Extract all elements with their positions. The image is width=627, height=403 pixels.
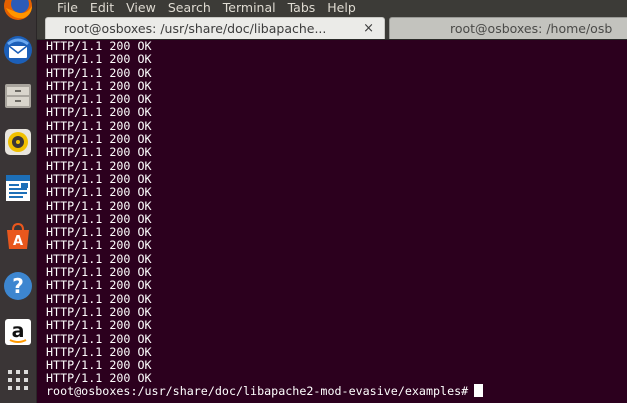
output-line: HTTP/1.1 200 OK [46, 291, 152, 306]
amazon-icon[interactable]: a [2, 316, 34, 348]
writer-icon[interactable] [2, 172, 34, 204]
output-line: HTTP/1.1 200 OK [46, 52, 152, 67]
firefox-icon[interactable] [2, 0, 34, 22]
output-line: HTTP/1.1 200 OK [46, 65, 152, 80]
help-icon[interactable]: ? [2, 270, 34, 302]
output-lines: HTTP/1.1 200 OK HTTP/1.1 200 OK HTTP/1.1 2… [46, 39, 152, 386]
output-line: HTTP/1.1 200 OK [46, 185, 152, 200]
svg-text:a: a [12, 320, 25, 342]
menu-file[interactable]: File [51, 0, 84, 15]
output-line: HTTP/1.1 200 OK [46, 78, 152, 93]
tab-strip: root@osboxes: /usr/share/doc/libapache..… [37, 15, 627, 40]
output-line: HTTP/1.1 200 OK [46, 171, 152, 186]
output-line: HTTP/1.1 200 OK [46, 105, 152, 120]
output-line: HTTP/1.1 200 OK [46, 211, 152, 226]
files-icon[interactable] [2, 80, 34, 112]
menu-tabs[interactable]: Tabs [282, 0, 322, 15]
rhythmbox-icon[interactable] [2, 126, 34, 158]
output-line: HTTP/1.1 200 OK [46, 158, 152, 173]
menu-edit[interactable]: Edit [84, 0, 120, 15]
show-apps-icon[interactable] [2, 364, 34, 396]
output-line: HTTP/1.1 200 OK [46, 304, 152, 319]
output-line: HTTP/1.1 200 OK [46, 318, 152, 333]
menu-help[interactable]: Help [321, 0, 362, 15]
prompt-text: root@osboxes:/usr/share/doc/libapache2-m… [46, 384, 469, 398]
prompt-line: root@osboxes:/usr/share/doc/libapache2-m… [46, 384, 484, 398]
output-line: HTTP/1.1 200 OK [46, 145, 152, 160]
tab-inactive[interactable]: root@osboxes: /home/osb [389, 17, 627, 39]
output-line: HTTP/1.1 200 OK [46, 132, 152, 147]
menu-view[interactable]: View [120, 0, 162, 15]
output-line: HTTP/1.1 200 OK [46, 344, 152, 359]
software-center-icon[interactable]: A [2, 220, 34, 252]
tab-title: root@osboxes: /usr/share/doc/libapache..… [64, 21, 327, 36]
launcher: A ? a [0, 0, 37, 403]
tab-title: root@osboxes: /home/osb [450, 21, 613, 36]
svg-text:?: ? [12, 274, 24, 298]
menu-terminal[interactable]: Terminal [217, 0, 282, 15]
menubar: File Edit View Search Terminal Tabs Help [37, 0, 627, 15]
close-icon[interactable]: × [363, 18, 374, 39]
svg-text:A: A [13, 234, 23, 249]
output-line: HTTP/1.1 200 OK [46, 251, 152, 266]
output-line: HTTP/1.1 200 OK [46, 225, 152, 240]
output-line: HTTP/1.1 200 OK [46, 39, 152, 53]
output-line: HTTP/1.1 200 OK [46, 358, 152, 373]
text-cursor [474, 384, 484, 397]
tab-active[interactable]: root@osboxes: /usr/share/doc/libapache..… [45, 17, 385, 39]
output-line: HTTP/1.1 200 OK [46, 238, 152, 253]
output-line: HTTP/1.1 200 OK [46, 265, 152, 280]
output-line: HTTP/1.1 200 OK [46, 331, 152, 346]
terminal-output[interactable]: HTTP/1.1 200 OK HTTP/1.1 200 OK HTTP/1.1 2… [37, 39, 627, 403]
output-line: HTTP/1.1 200 OK [46, 118, 152, 133]
thunderbird-icon[interactable] [2, 34, 34, 66]
output-line: HTTP/1.1 200 OK [46, 278, 152, 293]
output-line: HTTP/1.1 200 OK [46, 198, 152, 213]
menu-search[interactable]: Search [162, 0, 217, 15]
output-line: HTTP/1.1 200 OK [46, 92, 152, 107]
